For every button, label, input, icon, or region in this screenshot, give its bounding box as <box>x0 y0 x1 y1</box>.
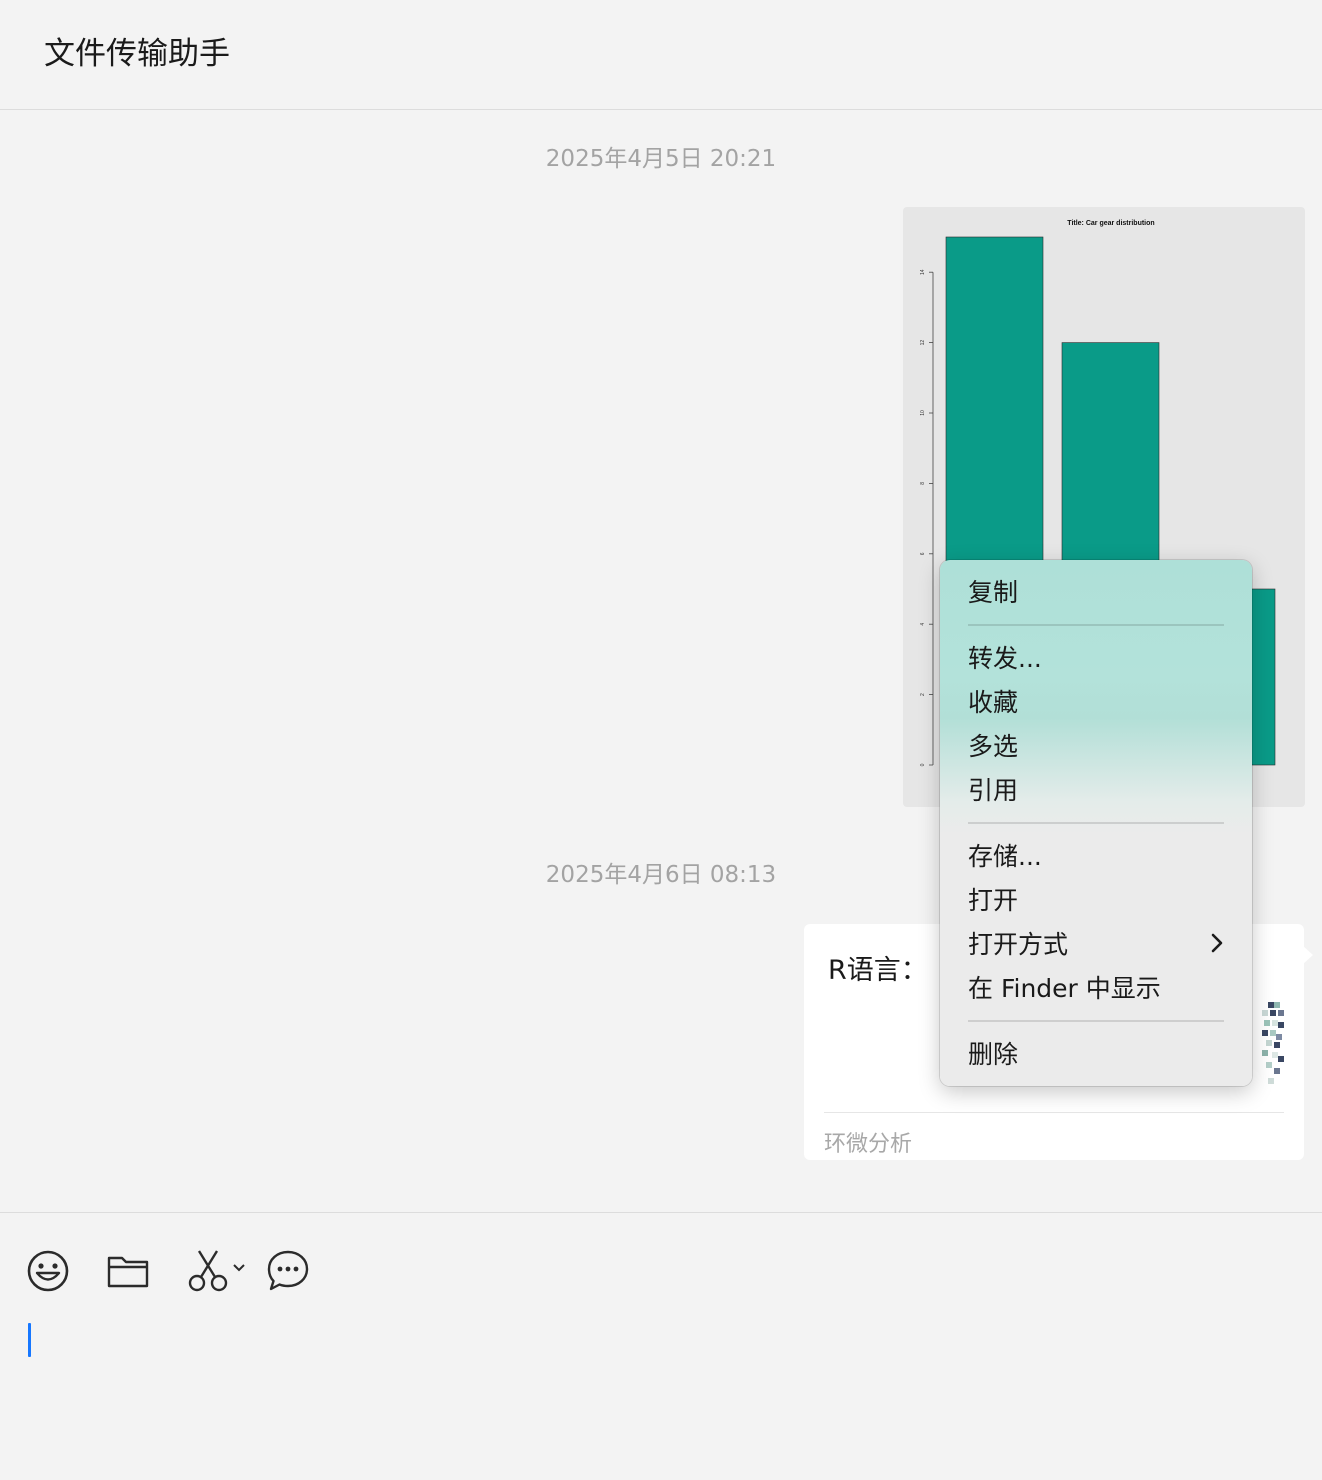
text-cursor <box>28 1323 31 1357</box>
input-area[interactable] <box>0 1213 1322 1480</box>
context-menu: 复制 转发... 收藏 多选 引用 存储... 打开 打开方式 在 Finder… <box>940 560 1252 1086</box>
y-tick-label: 14 <box>920 269 926 275</box>
chart-title: Title: Car gear distribution <box>1067 220 1154 227</box>
link-card-title: R语言： <box>828 955 928 986</box>
y-tick-label: 10 <box>920 410 926 416</box>
chevron-right-icon <box>1211 933 1223 953</box>
chat-title: 文件传输助手 <box>44 36 230 72</box>
menu-item-favorite[interactable]: 收藏 <box>968 683 1228 723</box>
menu-item-forward[interactable]: 转发... <box>968 639 1228 679</box>
menu-item-open[interactable]: 打开 <box>968 881 1228 921</box>
y-tick-label: 12 <box>920 340 926 346</box>
menu-item-show-in-finder[interactable]: 在 Finder 中显示 <box>968 969 1228 1009</box>
menu-separator <box>968 822 1224 824</box>
y-tick-label: 8 <box>920 482 926 485</box>
folder-icon[interactable] <box>106 1249 150 1293</box>
menu-item-copy[interactable]: 复制 <box>968 573 1228 613</box>
menu-item-open-with[interactable]: 打开方式 <box>968 925 1228 965</box>
chat-header: 文件传输助手 <box>0 0 1322 110</box>
menu-item-multi-select[interactable]: 多选 <box>968 727 1228 767</box>
menu-separator <box>968 624 1224 626</box>
chat-bubble-icon[interactable] <box>266 1249 310 1293</box>
link-card-source: 环微分析 <box>824 1132 913 1157</box>
menu-item-delete[interactable]: 删除 <box>968 1035 1228 1075</box>
y-tick-label: 2 <box>920 693 926 696</box>
y-tick-label: 6 <box>920 552 926 555</box>
y-tick-label: 0 <box>920 763 926 766</box>
menu-separator <box>968 1020 1224 1022</box>
menu-item-save[interactable]: 存储... <box>968 837 1228 877</box>
menu-item-quote[interactable]: 引用 <box>968 771 1228 811</box>
chart-y-axis: 0 2 4 6 8 10 12 14 <box>920 269 934 766</box>
link-card-divider <box>824 1112 1284 1113</box>
scissors-icon[interactable] <box>186 1249 252 1293</box>
y-tick-label: 4 <box>920 623 926 626</box>
message-timestamp: 2025年4月5日 20:21 <box>545 146 777 172</box>
emoji-icon[interactable] <box>26 1249 70 1293</box>
